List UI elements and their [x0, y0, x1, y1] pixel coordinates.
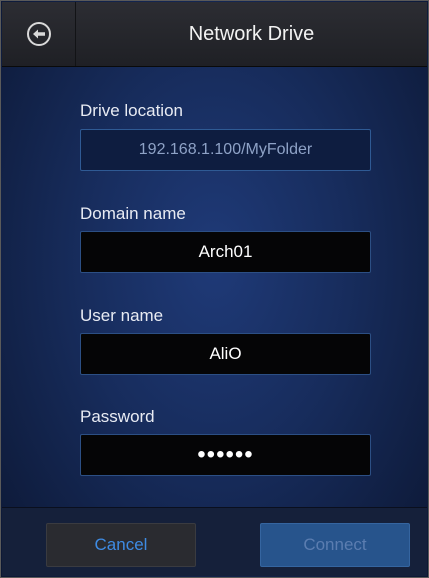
user-name-field[interactable]: AliO [80, 333, 371, 375]
password-field[interactable]: •••••• [80, 434, 371, 476]
user-name-value: AliO [209, 344, 242, 363]
connect-button[interactable]: Connect [260, 523, 410, 567]
drive-location-label: Drive location [80, 101, 183, 120]
circle-arrow-left-icon [26, 22, 51, 46]
password-label: Password [80, 407, 155, 426]
drive-location-value: 192.168.1.100/MyFolder [138, 141, 313, 158]
drive-location-field[interactable]: 192.168.1.100/MyFolder [80, 129, 371, 171]
cancel-button[interactable]: Cancel [46, 523, 196, 567]
domain-name-field[interactable]: Arch01 [80, 231, 371, 273]
password-value: •••••• [197, 441, 254, 468]
network-drive-dialog: Network Drive Drive location 192.168.1.1… [0, 0, 429, 578]
page-title: Network Drive [188, 22, 315, 45]
domain-name-value: Arch01 [198, 242, 253, 261]
footer-bar: Cancel Connect [2, 507, 427, 576]
back-button[interactable] [2, 2, 76, 66]
domain-name-label: Domain name [80, 204, 186, 223]
header-bar: Network Drive [2, 2, 427, 67]
user-name-label: User name [80, 306, 164, 325]
